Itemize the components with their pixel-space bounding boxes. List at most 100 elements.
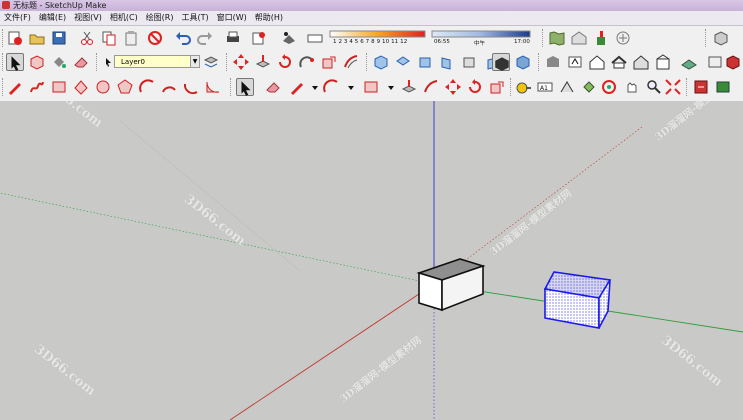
solid-tools-icon[interactable] — [724, 53, 742, 71]
line-tool-icon[interactable] — [288, 78, 306, 96]
layer-arrow-icon[interactable] — [100, 53, 112, 71]
polygon-icon[interactable] — [116, 78, 134, 96]
erase-icon[interactable] — [146, 29, 164, 47]
toolbar-grip[interactable] — [542, 29, 546, 47]
rotate-icon[interactable] — [276, 53, 294, 71]
white-box[interactable] — [416, 258, 486, 312]
make-component-icon[interactable] — [28, 53, 46, 71]
push-pull-icon[interactable] — [254, 53, 272, 71]
iso-view-icon[interactable] — [372, 53, 390, 71]
rotate-tool-icon[interactable] — [466, 78, 484, 96]
eraser-tool-icon[interactable] — [264, 78, 282, 96]
top-view-icon[interactable] — [394, 53, 412, 71]
arc-tool-icon[interactable] — [322, 78, 340, 96]
layer-selector[interactable]: Layer0 — [114, 55, 192, 68]
menu-help[interactable]: 帮助(H) — [251, 11, 287, 25]
paint-tool-icon[interactable] — [580, 78, 598, 96]
menu-file[interactable]: 文件(F) — [0, 11, 35, 25]
orbit-icon[interactable] — [600, 78, 618, 96]
zoom-extents-icon[interactable] — [664, 78, 682, 96]
tape-measure-icon[interactable] — [514, 78, 532, 96]
walls-icon[interactable] — [544, 53, 562, 71]
follow-me-icon[interactable] — [298, 53, 316, 71]
pie-icon[interactable] — [204, 78, 222, 96]
shaded-style-icon[interactable] — [492, 53, 510, 71]
select-tool-icon[interactable] — [236, 78, 254, 96]
circle-icon[interactable] — [94, 78, 112, 96]
toolbar-grip[interactable] — [705, 29, 709, 47]
menu-tools[interactable]: 工具(T) — [178, 11, 213, 25]
line-dropdown-chevron-icon[interactable] — [306, 78, 318, 96]
components-icon[interactable] — [706, 53, 724, 71]
selected-box[interactable] — [543, 271, 612, 329]
scale-icon[interactable] — [320, 53, 338, 71]
model-viewport[interactable]: 3D66.com 3D66.com 3D66.com 3D66.com 3D溜溜… — [0, 101, 743, 420]
layer-dropdown-chevron-icon[interactable]: ▼ — [190, 55, 200, 68]
pan-icon[interactable] — [622, 78, 640, 96]
three-point-arc-icon[interactable] — [182, 78, 200, 96]
back-view-icon[interactable] — [460, 53, 478, 71]
move-tool-icon[interactable] — [444, 78, 462, 96]
toolbar-grip[interactable] — [366, 53, 370, 71]
cut-icon[interactable] — [78, 29, 96, 47]
building-icon[interactable] — [654, 53, 672, 71]
model-info-icon[interactable] — [250, 29, 268, 47]
menu-edit[interactable]: 编辑(E) — [35, 11, 70, 25]
print-icon[interactable] — [224, 29, 242, 47]
zoom-icon[interactable] — [644, 78, 662, 96]
pencil-line-icon[interactable] — [6, 78, 24, 96]
rectangle-icon[interactable] — [50, 78, 68, 96]
dimension-icon[interactable]: A1 — [536, 78, 554, 96]
two-point-arc-icon[interactable] — [160, 78, 178, 96]
arc-icon[interactable] — [138, 78, 156, 96]
undo-icon[interactable] — [174, 29, 192, 47]
warehouse-icon[interactable] — [570, 29, 588, 47]
copy-icon[interactable] — [100, 29, 118, 47]
move-icon[interactable] — [232, 53, 250, 71]
toolbar-grip[interactable] — [686, 78, 690, 96]
text-tool-icon[interactable] — [558, 78, 576, 96]
sandbox-icon[interactable] — [680, 53, 698, 71]
components-browser-icon[interactable] — [714, 78, 732, 96]
shadows-toggle-icon[interactable] — [280, 29, 298, 47]
share-model-icon[interactable] — [614, 29, 632, 47]
section-plane-icon[interactable] — [692, 78, 710, 96]
select-arrow-icon[interactable] — [6, 53, 24, 71]
offset-icon[interactable] — [342, 53, 360, 71]
redo-icon[interactable] — [196, 29, 214, 47]
rotated-rectangle-icon[interactable] — [72, 78, 90, 96]
offset-tool-icon[interactable] — [422, 78, 440, 96]
push-pull-tool-icon[interactable] — [400, 78, 418, 96]
menu-draw[interactable]: 绘图(R) — [142, 11, 178, 25]
menu-camera[interactable]: 相机(C) — [106, 11, 142, 25]
view-iso-icon[interactable] — [712, 29, 730, 47]
front-view-icon[interactable] — [416, 53, 434, 71]
fog-icon[interactable] — [306, 29, 324, 47]
toolbar-grip[interactable] — [230, 78, 234, 96]
textured-style-icon[interactable] — [514, 53, 532, 71]
text-label-icon[interactable] — [566, 53, 584, 71]
save-icon[interactable] — [50, 29, 68, 47]
paint-bucket-icon[interactable] — [50, 53, 68, 71]
white-box-front[interactable] — [418, 271, 443, 312]
roof-icon[interactable] — [610, 53, 628, 71]
eraser-icon[interactable] — [72, 53, 90, 71]
arc-dropdown-chevron-icon[interactable] — [342, 78, 354, 96]
shape-dropdown-chevron-icon[interactable] — [382, 78, 394, 96]
toolbar-grip[interactable] — [226, 53, 230, 71]
shape-tool-icon[interactable] — [362, 78, 380, 96]
menu-view[interactable]: 视图(V) — [70, 11, 106, 25]
home-outline-icon[interactable] — [632, 53, 650, 71]
house-icon[interactable] — [588, 53, 606, 71]
toolbar-grip[interactable] — [538, 53, 542, 71]
extension-icon[interactable] — [592, 29, 610, 47]
menu-window[interactable]: 窗口(W) — [213, 11, 251, 25]
freehand-icon[interactable] — [28, 78, 46, 96]
right-view-icon[interactable] — [438, 53, 456, 71]
layer-manager-icon[interactable] — [202, 53, 220, 71]
new-file-icon[interactable] — [6, 29, 24, 47]
paste-icon[interactable] — [122, 29, 140, 47]
open-folder-icon[interactable] — [28, 29, 46, 47]
map-icon[interactable] — [548, 29, 566, 47]
scale-tool-icon[interactable] — [488, 78, 506, 96]
